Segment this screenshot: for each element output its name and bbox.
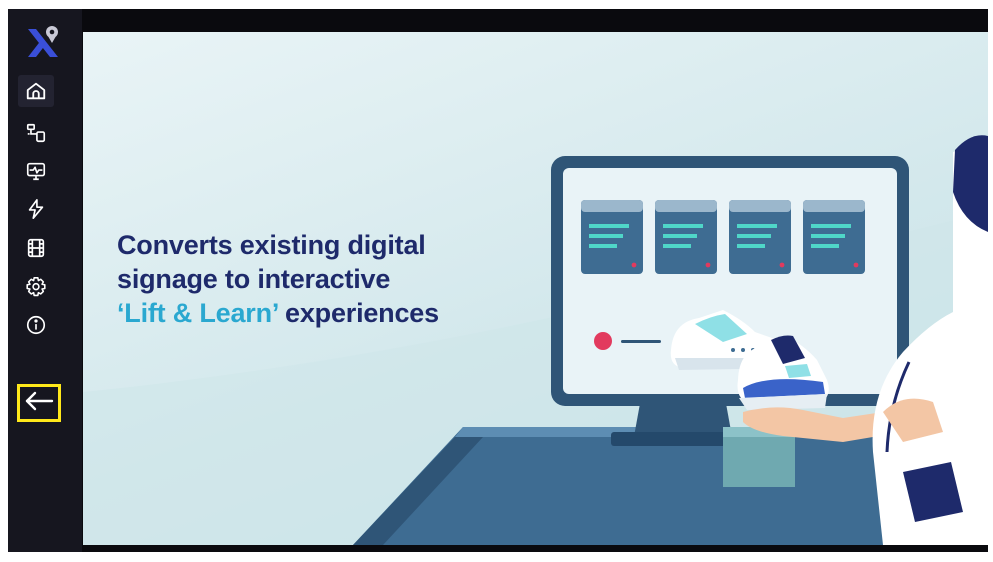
headline-line-2: signage to interactive <box>117 264 391 294</box>
monitor-pulse-icon <box>25 160 47 182</box>
app-window: Converts existing digital signage to int… <box>8 9 988 552</box>
headline-rest: experiences <box>277 298 439 328</box>
sidebar-item-settings[interactable] <box>22 273 50 301</box>
sidebar-item-info[interactable] <box>22 311 50 339</box>
headline-accent: ‘Lift & Learn’ <box>117 298 278 328</box>
film-icon <box>25 237 47 259</box>
sidebar-item-devices[interactable] <box>22 119 50 147</box>
devices-icon <box>25 122 47 144</box>
back-button[interactable] <box>17 384 61 422</box>
screenshot-frame: Converts existing digital signage to int… <box>0 0 993 562</box>
home-icon <box>25 80 47 102</box>
sidebar-item-media[interactable] <box>22 234 50 262</box>
sidebar-item-energy[interactable] <box>22 195 50 223</box>
sidebar-item-home[interactable] <box>18 75 54 107</box>
headline-line-1: Converts existing digital <box>117 230 426 260</box>
sidebar <box>8 9 82 552</box>
gear-icon <box>25 276 47 298</box>
headline-line-3: ‘Lift & Learn’ experiences <box>117 296 537 330</box>
hero-headline: Converts existing digital signage to int… <box>117 228 537 330</box>
hero-banner: Converts existing digital signage to int… <box>83 32 988 545</box>
arrow-left-icon <box>23 389 55 417</box>
sidebar-item-monitor[interactable] <box>22 157 50 185</box>
location-x-logo <box>24 23 62 61</box>
lightning-icon <box>25 198 47 220</box>
info-icon <box>25 314 47 336</box>
